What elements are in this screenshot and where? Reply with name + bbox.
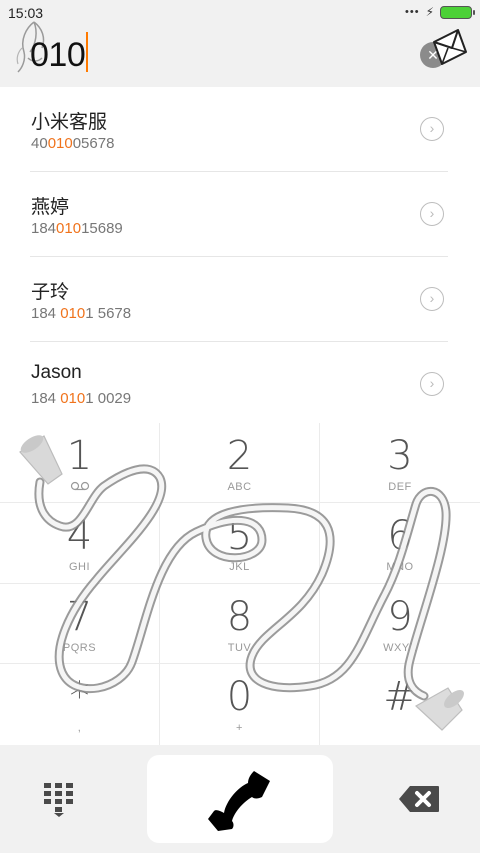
- text-caret: [86, 32, 89, 72]
- key-letters: TUV: [227, 642, 252, 654]
- key-6[interactable]: 6 MNO: [320, 503, 480, 584]
- key-digit: 0: [226, 674, 253, 720]
- chevron-right-icon[interactable]: ›: [420, 117, 444, 141]
- contact-phone: 4001005678: [31, 135, 115, 152]
- contact-name: Jason: [31, 362, 82, 383]
- voicemail-icon: [70, 481, 90, 491]
- key-digit: 9: [387, 594, 413, 640]
- contact-row[interactable]: 子玲 184 0101 5678 ›: [30, 257, 448, 342]
- key-letters: DEF: [388, 481, 412, 493]
- key-2[interactable]: 2 ABC: [160, 423, 320, 503]
- key-4[interactable]: 4 GHI: [0, 503, 160, 584]
- key-digit: *: [69, 674, 90, 720]
- chevron-right-icon[interactable]: ›: [420, 287, 444, 311]
- contact-phone: 18401015689: [31, 220, 123, 237]
- contact-name: 燕婷: [31, 197, 70, 218]
- envelope-icon[interactable]: [428, 26, 468, 68]
- dial-input[interactable]: 010: [30, 32, 89, 75]
- key-digit: 5: [226, 513, 253, 559]
- key-digit: 4: [66, 513, 93, 559]
- contact-phone: 184 0101 5678: [31, 305, 132, 322]
- header: 15:03 ••• ⚡ 010 ✕: [0, 0, 480, 87]
- cup-right-icon: [414, 687, 464, 731]
- key-9[interactable]: 9 WXYZ: [320, 584, 480, 664]
- dial-input-value: 010: [30, 36, 86, 74]
- key-letters: JKL: [229, 561, 250, 573]
- charging-icon: ⚡: [425, 5, 434, 19]
- status-icons: ••• ⚡: [405, 5, 475, 19]
- cup-left-icon: [19, 435, 63, 485]
- key-7[interactable]: 7 PQRS: [0, 584, 160, 664]
- chevron-right-icon[interactable]: ›: [420, 372, 444, 396]
- key-letters: ,: [77, 722, 82, 734]
- key-digit: 2: [226, 433, 253, 479]
- key-8[interactable]: 8 TUV: [160, 584, 320, 664]
- key-letters: ABC: [227, 481, 252, 493]
- key-letters: PQRS: [62, 642, 97, 654]
- key-star[interactable]: * ,: [0, 664, 160, 745]
- key-digit: 8: [226, 594, 253, 640]
- key-letters: GHI: [68, 561, 91, 573]
- battery-icon: [440, 5, 475, 19]
- signal-dots-icon: •••: [405, 6, 420, 18]
- contact-row[interactable]: 小米客服 4001005678 ›: [30, 87, 448, 172]
- contact-row[interactable]: 燕婷 18401015689 ›: [30, 172, 448, 257]
- key-digit: 6: [387, 513, 413, 559]
- chevron-right-icon[interactable]: ›: [420, 202, 444, 226]
- key-0[interactable]: 0 +: [160, 664, 320, 745]
- key-digit: 3: [387, 433, 413, 479]
- key-letters: +: [236, 722, 243, 734]
- contact-phone: 184 0101 0029: [31, 390, 132, 407]
- key-letters: MNO: [386, 561, 414, 573]
- key-letters: WXYZ: [383, 642, 417, 654]
- keypad-icon[interactable]: [44, 783, 74, 817]
- contact-name: 子玲: [31, 282, 70, 303]
- bottom-action-bar: [0, 745, 480, 853]
- contact-row[interactable]: Jason 184 0101 0029 ›: [30, 342, 448, 426]
- key-3[interactable]: 3 DEF: [320, 423, 480, 503]
- call-button[interactable]: [147, 755, 333, 843]
- contact-name: 小米客服: [31, 112, 108, 133]
- key-digit: 7: [66, 594, 93, 640]
- dial-pad: 1 2 ABC 3 DEF 4 GHI 5 JKL 6 MNO 7 PQRS 8…: [0, 423, 480, 745]
- phone-icon: [208, 771, 270, 831]
- backspace-icon[interactable]: [398, 785, 440, 813]
- contact-list: 小米客服 4001005678 › 燕婷 18401015689 › 子玲 18…: [0, 87, 480, 426]
- key-5[interactable]: 5 JKL: [160, 503, 320, 584]
